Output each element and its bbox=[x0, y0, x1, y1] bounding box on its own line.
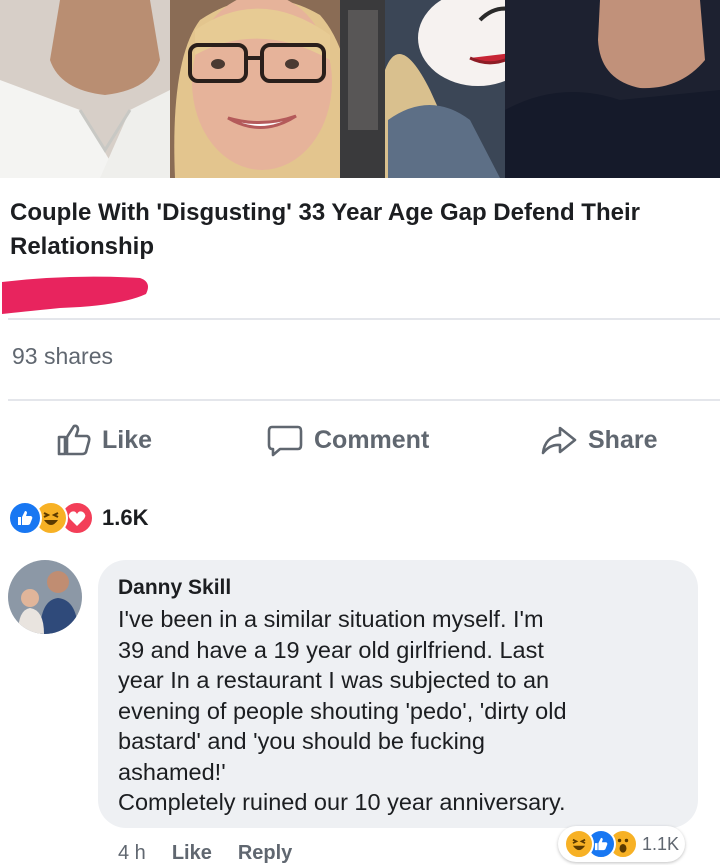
comment-line: ashamed!' bbox=[118, 758, 226, 785]
share-arrow-icon bbox=[541, 426, 577, 455]
haha-icon bbox=[564, 829, 594, 859]
action-bar: Like Comment Share bbox=[0, 414, 720, 466]
like-label: Like bbox=[102, 425, 153, 454]
comment-button[interactable]: Comment bbox=[266, 414, 429, 466]
article-photo bbox=[0, 0, 720, 178]
divider bbox=[8, 318, 720, 320]
avatar[interactable] bbox=[8, 560, 82, 634]
comment-label: Comment bbox=[314, 425, 430, 454]
comment-line: Completely ruined our 10 year anniversar… bbox=[118, 789, 566, 815]
reaction-summary[interactable]: 1.6K bbox=[8, 500, 148, 536]
like-button[interactable]: Like bbox=[56, 414, 152, 466]
comment-meta: 4 h Like Reply bbox=[118, 842, 292, 865]
comment-line: I've been in a similar situation myself.… bbox=[118, 606, 544, 632]
comment-text: I've been in a similar situation myself.… bbox=[118, 604, 688, 818]
share-button[interactable]: Share bbox=[540, 414, 657, 466]
share-count[interactable]: 93 shares bbox=[12, 343, 113, 370]
share-label: Share bbox=[588, 425, 658, 454]
profile-photo bbox=[8, 560, 82, 634]
comment-line: 39 and have a 19 year old girlfriend. La… bbox=[118, 636, 544, 663]
like-icon bbox=[8, 501, 42, 535]
comment-timestamp[interactable]: 4 h bbox=[118, 842, 146, 865]
thumbs-up-icon bbox=[57, 424, 91, 456]
comment-line: year In a restaurant I was subjected to … bbox=[118, 667, 550, 693]
article-thumbnail[interactable] bbox=[0, 0, 720, 178]
comment-reaction-summary[interactable]: 1.1K bbox=[558, 826, 686, 862]
comment-reaction-count: 1.1K bbox=[642, 833, 680, 854]
redaction-mark bbox=[2, 276, 148, 314]
divider bbox=[8, 399, 720, 401]
speech-bubble-icon bbox=[267, 425, 303, 457]
article-headline[interactable]: Couple With 'Disgusting' 33 Year Age Gap… bbox=[10, 196, 700, 264]
comment-author[interactable]: Danny Skill bbox=[118, 576, 231, 600]
comment-line: evening of people shouting 'pedo', 'dirt… bbox=[118, 697, 567, 724]
comment-reply-link[interactable]: Reply bbox=[238, 842, 292, 865]
comment-line: bastard' and 'you should be fucking bbox=[118, 728, 485, 754]
reaction-count: 1.6K bbox=[102, 505, 149, 530]
comment-like-link[interactable]: Like bbox=[172, 842, 212, 865]
